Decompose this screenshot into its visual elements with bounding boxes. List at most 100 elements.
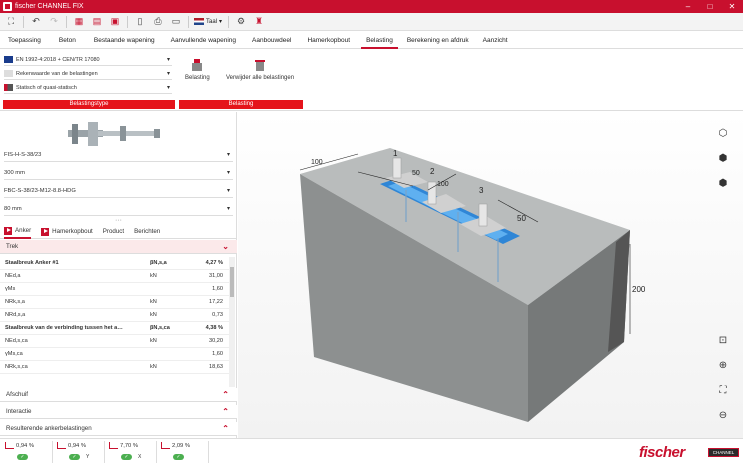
load-icon [192,59,203,71]
minimize-icon[interactable]: – [677,0,699,13]
export-icon[interactable]: ▭ [169,15,183,29]
scrollbar-thumb[interactable] [230,267,234,297]
tension-icon [5,442,14,449]
ok-badge: ✓ [69,454,80,460]
tab-anker[interactable]: Anker [4,225,32,239]
channel-select[interactable]: FIS-H-S-38/23 ▾ [4,149,233,162]
chevron-down-icon: ▾ [226,206,230,212]
table-row: Staalbreuk van de verbinding tussen het … [0,322,229,335]
ribbon: EN 1992-4:2018 + CEN/TR 17080 ▾ Rekenwaa… [0,50,743,111]
dim-label: 50 [517,214,526,223]
load-values-select[interactable]: Rekenwaarde van de belastingen ▾ [4,68,172,80]
window-title: fischer CHANNEL FIX [15,3,84,10]
ok-badge: ✓ [17,454,28,460]
fit-view-icon[interactable]: ⛶ [716,383,730,397]
remove-load-icon [255,60,266,71]
tab-aanvullende-wapening[interactable]: Aanvullende wapening [166,32,241,49]
bolt-1 [392,157,402,179]
reset-view-icon[interactable]: ⊡ [716,333,730,347]
table-row: NRk,s,ca kN 18,63 [0,361,229,374]
redo-icon[interactable]: ↷ [47,15,61,29]
zoom-in-icon[interactable]: ⊕ [716,358,730,372]
title-bar: fischer CHANNEL FIX – □ ✕ [0,0,743,13]
anchor-image [68,122,160,146]
result-subtabs: Anker Hamerkopbout Product Berichten [0,225,237,239]
anchor-play-icon [4,226,12,235]
length-select[interactable]: 300 mm ▾ [4,167,233,180]
bolt-2 [427,181,437,205]
ok-badge: ✓ [121,454,132,460]
load-type-select[interactable]: Statisch of quasi-statisch ▾ [4,82,172,94]
shear-y-icon [57,442,66,449]
zoom-out-icon[interactable]: ⊖ [716,408,730,422]
cube-solid-icon[interactable]: ⬢ [716,176,730,190]
flag-nl-icon [194,18,204,25]
results-table: Staalbreuk Anker #1 βN,s,a 4,27 % NEd,a … [0,257,229,387]
status-shear-x[interactable]: 7,70 % ✓ X [109,442,154,462]
embedment-select[interactable]: 80 mm ▾ [4,203,233,216]
new-project-icon[interactable]: ▦ [72,15,86,29]
table-row: NRk,s,a kN 17,22 [0,296,229,309]
ok-badge: ✓ [173,454,184,460]
maximize-icon[interactable]: □ [699,0,721,13]
design-values-icon [4,70,13,77]
main-tabs: Toepassing Beton Bestaande wapening Aanv… [0,32,743,49]
3d-viewport[interactable]: 100 50 100 50 200 1 2 3 ⬡ ⬢ ⬢ ⊡ ⊕ ⛶ ⊖ [238,112,743,438]
tab-toepassing[interactable]: Toepassing [3,32,46,49]
group-label-load: Belasting [179,100,303,109]
save-project-icon[interactable]: ▣ [108,15,122,29]
status-shear-y[interactable]: 0,94 % ✓ Y [57,442,102,462]
dim-label: 100 [311,159,323,166]
channel-badge: CHANNEL [708,448,739,457]
table-row: Staalbreuk Anker #1 βN,s,a 4,27 % [0,257,229,270]
print-icon[interactable]: ⎙ [151,15,165,29]
table-row: γMs 1,60 [0,283,229,296]
tab-hamerkopbout[interactable]: Hamerkopbout [302,32,355,49]
standard-select[interactable]: EN 1992-4:2018 + CEN/TR 17080 ▾ [4,54,172,66]
remove-all-loads-button[interactable]: Verwijder alle belastingen [226,58,294,81]
interaction-icon [161,442,170,449]
tab-berichten[interactable]: Berichten [134,225,160,239]
fullscreen-icon[interactable]: ⛶ [4,15,18,29]
tab-belasting[interactable]: Belasting [361,32,398,49]
document-icon[interactable]: ▯ [133,15,147,29]
status-interaction[interactable]: 2,09 % ✓ [161,442,206,462]
chevron-down-icon: ▾ [226,188,230,194]
shear-x-icon [109,442,118,449]
status-tension[interactable]: 0,94 % ✓ [5,442,50,462]
tab-product[interactable]: Product [103,225,124,239]
static-load-icon [4,84,13,91]
section-resultant-loads[interactable]: Resulterende ankerbelastingen ⌃ [0,422,237,436]
tab-aanbouwdeel[interactable]: Aanbouwdeel [247,32,296,49]
bolt-select[interactable]: FBC-S-38/23-M12-8.8-HDG ▾ [4,185,233,198]
close-icon[interactable]: ✕ [721,0,743,13]
table-row: NRd,s,a kN 0,73 [0,309,229,322]
chevron-down-icon: ⌄ [222,242,229,251]
app-icon [3,2,12,11]
section-afschuif[interactable]: Afschuif ⌃ [0,388,237,402]
section-interactie[interactable]: Interactie ⌃ [0,405,237,419]
fischer-logo: fischer [639,444,685,461]
tab-aanzicht[interactable]: Aanzicht [478,32,513,49]
language-select[interactable]: Taal ▾ [194,18,222,25]
anchor-marker: 1 [393,149,398,158]
eu-flag-icon [4,56,13,63]
section-trek[interactable]: Trek ⌄ [0,240,237,254]
undo-icon[interactable]: ↶ [29,15,43,29]
tab-bestaande-wapening[interactable]: Bestaande wapening [89,32,160,49]
results-scrollbar[interactable] [229,257,235,387]
tab-beton[interactable]: Beton [54,32,81,49]
tab-hamerkopbout-result[interactable]: Hamerkopbout [41,225,93,239]
settings-gear-icon[interactable]: ⚙ [234,15,248,29]
bolt-3 [478,203,488,227]
add-load-button[interactable]: Belasting [185,58,210,81]
chevron-down-icon: ▾ [166,71,170,77]
cube-outline-icon[interactable]: ⬡ [716,126,730,140]
table-row: NEd,a kN 31,00 [0,270,229,283]
cube-top-icon[interactable]: ⬢ [716,151,730,165]
tab-berekening-en-afdruk[interactable]: Berekening en afdruk [402,32,474,49]
extinguisher-icon[interactable]: ♜ [252,15,266,29]
open-project-icon[interactable]: ▤ [90,15,104,29]
splitter-handle[interactable]: ··· [115,217,122,224]
left-panel: FIS-H-S-38/23 ▾ 300 mm ▾ FBC-S-38/23-M12… [0,112,237,438]
